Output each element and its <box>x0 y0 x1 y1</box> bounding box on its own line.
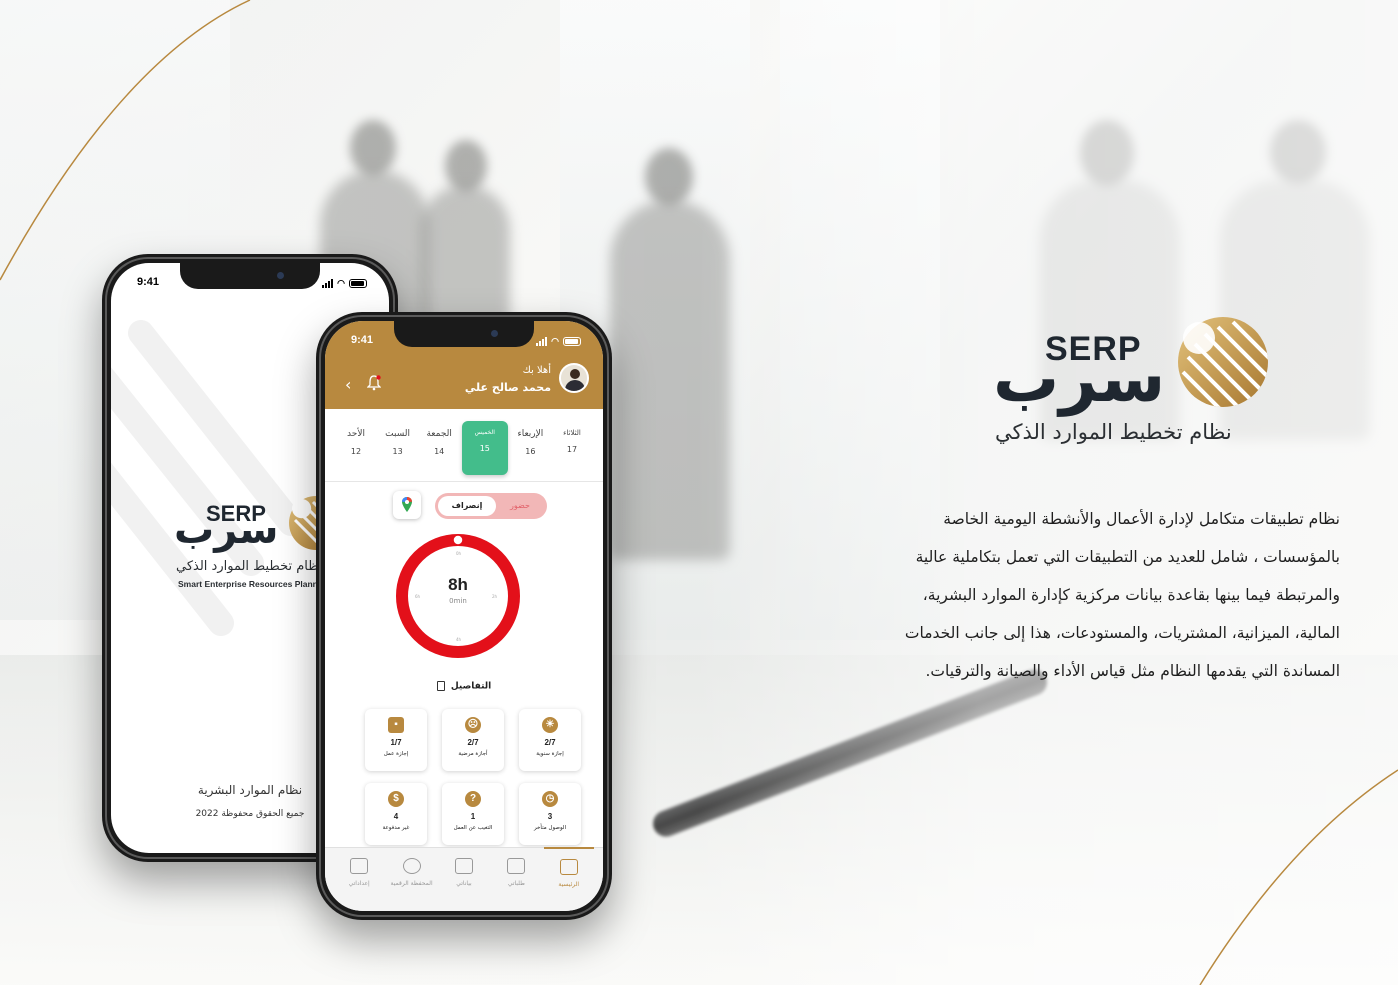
bell-icon[interactable] <box>367 375 381 391</box>
stat-card[interactable]: ? 1 التغيب عن العمل <box>442 783 504 845</box>
day-item[interactable]: الأحد 12 <box>337 421 375 473</box>
chevron-left-icon[interactable]: ‹ <box>345 375 351 394</box>
tab-wallet[interactable]: المحفظة الرقمية <box>387 848 437 911</box>
avatar[interactable] <box>559 363 589 393</box>
stat-card[interactable]: ☀ 2/7 إجازة سنوية <box>519 709 581 771</box>
tab-my-data[interactable]: بياناتي <box>439 848 489 911</box>
signal-icon <box>322 279 334 288</box>
layers-icon <box>507 858 526 874</box>
day-selector: الثلاثاء 17 الإربعاء 16 الخميس 15 الجمعة 14 … <box>337 421 591 475</box>
timer-hours: 8h <box>448 575 468 594</box>
stat-card[interactable]: ◷ 3 الوصول متأخر <box>519 783 581 845</box>
brand-logo: SERP سرب نظام تخطيط الموارد الذكي <box>985 312 1285 452</box>
weather-icon: ☀ <box>542 717 558 733</box>
toggle-checkin[interactable]: حضور <box>496 496 544 516</box>
work-leave-icon: ▪ <box>388 717 404 733</box>
app-phone: أهلا بك محمد صالح علي ‹ 9:41 ◠ الثلاثاء 1… <box>316 312 612 920</box>
svg-text:4h: 4h <box>456 637 462 642</box>
battery-icon <box>563 337 581 346</box>
day-item[interactable]: السبت 13 <box>379 421 417 473</box>
map-pin-button[interactable] <box>393 491 421 519</box>
tab-settings[interactable]: إعداداتي <box>334 848 384 911</box>
document-icon <box>436 681 445 691</box>
tab-requests[interactable]: طلباتي <box>491 848 541 911</box>
divider <box>325 481 603 482</box>
timer-ring: 0h2h4h6h <box>396 534 520 658</box>
day-item-active[interactable]: الخميس 15 <box>461 421 508 475</box>
late-icon: ◷ <box>542 791 558 807</box>
wallet-icon <box>402 858 421 874</box>
signal-icon <box>536 337 548 346</box>
stat-card[interactable]: $4 غير مدفوعة <box>365 783 427 845</box>
battery-icon <box>349 279 367 288</box>
details-link[interactable]: التفاصيل <box>325 681 603 692</box>
stat-card[interactable]: ▪ 1/7 إجازة عمل <box>365 709 427 771</box>
documents-icon <box>454 858 473 874</box>
day-item[interactable]: الثلاثاء 17 <box>553 421 591 473</box>
sick-icon: ☹ <box>465 717 481 733</box>
brand-tagline: نظام تخطيط الموارد الذكي <box>995 420 1232 444</box>
absence-icon: ? <box>465 791 481 807</box>
home-icon <box>559 859 578 875</box>
brand-name-ar: سرب <box>993 340 1166 417</box>
brand-emblem-icon <box>1178 317 1268 407</box>
svg-text:0h: 0h <box>456 551 462 556</box>
map-pin-icon <box>402 497 412 512</box>
wifi-icon: ◠ <box>551 336 559 346</box>
day-item[interactable]: الجمعة 14 <box>420 421 458 473</box>
dollar-icon: $ <box>388 791 404 807</box>
app-screen: أهلا بك محمد صالح علي ‹ 9:41 ◠ الثلاثاء 1… <box>325 321 603 911</box>
timer-minutes: 0min <box>449 597 467 605</box>
wifi-icon: ◠ <box>337 278 345 288</box>
settings-icon <box>350 858 369 874</box>
stat-card[interactable]: ☹ 2/7 أجازة مرضية <box>442 709 504 771</box>
status-bar: 9:41 ◠ <box>325 334 603 352</box>
greeting-text: أهلا بك <box>522 365 551 376</box>
timer-handle[interactable] <box>452 534 464 546</box>
user-name: محمد صالح علي <box>464 381 551 394</box>
attendance-toggle[interactable]: إنصراف حضور <box>435 493 547 519</box>
description-paragraph: نظام تطبيقات متكامل لإدارة الأعمال والأن… <box>904 510 1340 680</box>
status-bar: 9:41 ◠ <box>111 276 389 294</box>
toggle-checkout[interactable]: إنصراف <box>438 496 496 516</box>
leave-stats-grid: ☀ 2/7 إجازة سنوية ☹ 2/7 أجازة مرضية ▪ 1/7 إجاز… <box>365 709 581 845</box>
tab-home[interactable]: الرئيسية <box>543 847 594 911</box>
day-item[interactable]: الإربعاء 16 <box>511 421 549 473</box>
bottom-tab-bar: الرئيسية طلباتي بياناتي المحفظة الرقمية … <box>325 847 603 911</box>
